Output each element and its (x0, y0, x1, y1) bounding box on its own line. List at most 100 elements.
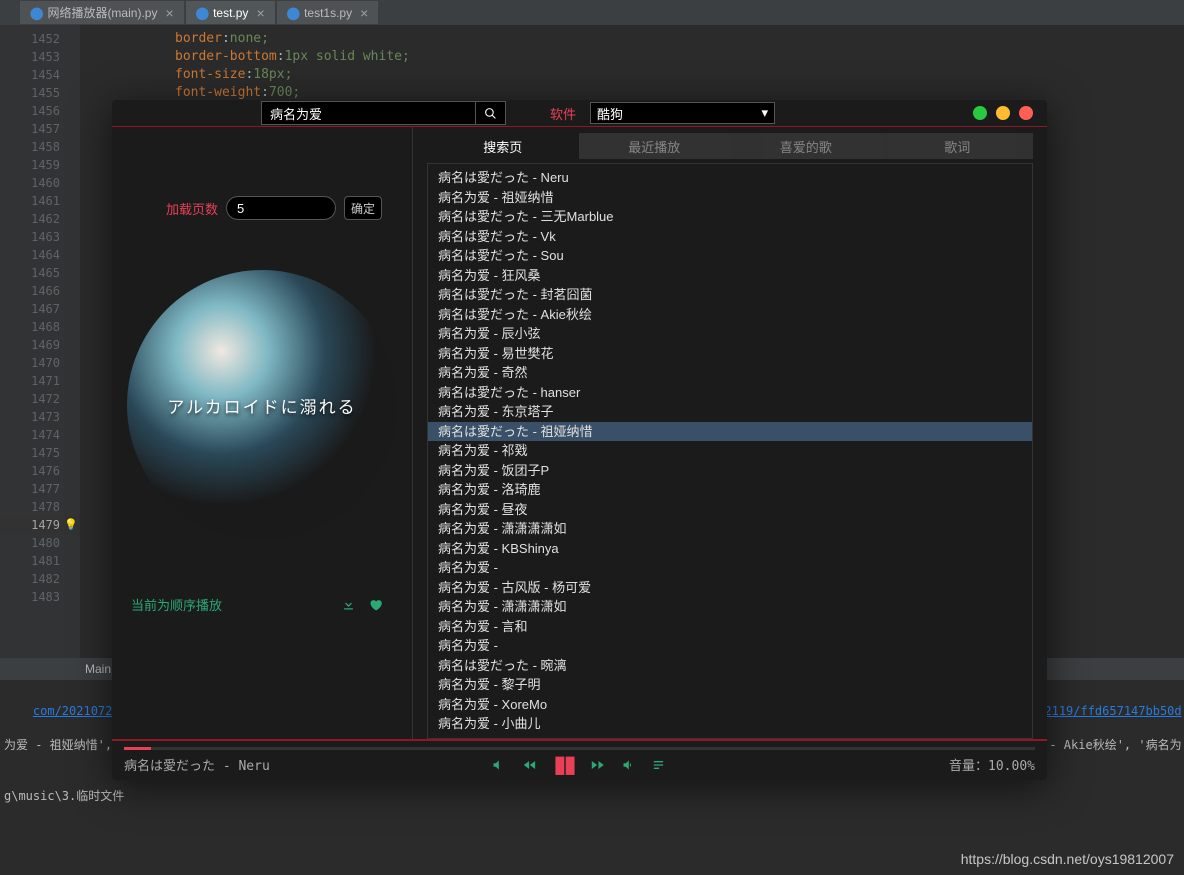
line-number[interactable]: 1464 (0, 246, 80, 264)
result-item[interactable]: 病名为爱 - XoreMo (428, 695, 1032, 715)
result-item[interactable]: 病名为爱 - 祁戣 (428, 441, 1032, 461)
result-item[interactable]: 病名为爱 - 言和 (428, 617, 1032, 637)
line-number[interactable]: 1479 (0, 516, 80, 534)
player-titlebar: 软件 酷狗 ▾ (112, 100, 1047, 127)
line-number[interactable]: 1459 (0, 156, 80, 174)
result-item[interactable]: 病名は愛だった - 祖娅纳惜 (428, 422, 1032, 442)
result-item[interactable]: 病名为爱 - 东京塔子 (428, 402, 1032, 422)
player-bottombar: 病名は愛だった - Neru ▮▮ 音量：10.00% (112, 739, 1047, 780)
line-number[interactable]: 1467 (0, 300, 80, 318)
result-item[interactable]: 病名は愛だった - Vk (428, 227, 1032, 247)
line-number[interactable]: 1474 (0, 426, 80, 444)
volume-down-icon[interactable] (491, 758, 505, 772)
result-item[interactable]: 病名为爱 - 奇然 (428, 363, 1032, 383)
play-mode-label[interactable]: 当前为顺序播放 (131, 595, 222, 614)
line-number[interactable]: 1475 (0, 444, 80, 462)
result-item[interactable]: 病名は愛だった - Sou (428, 246, 1032, 266)
result-item[interactable]: 病名为爱 - 辰小弦 (428, 324, 1032, 344)
result-item[interactable]: 病名为爱 - 潇潇潇潇如 (428, 597, 1032, 617)
search-results[interactable]: 病名は愛だった - Neru病名为爱 - 祖娅纳惜病名は愛だった - 三无Mar… (427, 163, 1033, 739)
line-number[interactable]: 1454 (0, 66, 80, 84)
window-maximize[interactable] (996, 106, 1010, 120)
result-item[interactable]: 病名为爱 - 饭团子P (428, 461, 1032, 481)
line-number[interactable]: 1480 (0, 534, 80, 552)
result-item[interactable]: 病名は愛だった - Akie秋绘 (428, 305, 1032, 325)
line-number[interactable]: 1466 (0, 282, 80, 300)
result-item[interactable]: 病名为爱 - 小曲儿 (428, 714, 1032, 734)
pause-button[interactable]: ▮▮ (553, 750, 573, 779)
python-icon: ⬤ (196, 6, 209, 20)
line-number[interactable]: 1462 (0, 210, 80, 228)
chevron-down-icon: ▾ (761, 105, 768, 121)
close-icon[interactable]: × (360, 5, 368, 21)
result-tab[interactable]: 最近播放 (579, 133, 731, 159)
result-tab[interactable]: 喜爱的歌 (730, 133, 882, 159)
editor-tab[interactable]: ⬤test1s.py× (277, 1, 379, 24)
download-icon[interactable] (341, 597, 356, 612)
result-item[interactable]: 病名は愛だった - Neru (428, 168, 1032, 188)
result-item[interactable]: 病名为爱 - 祖娅纳惜 (428, 188, 1032, 208)
result-item[interactable]: 病名为爱 - 洛琦鹿 (428, 480, 1032, 500)
line-number[interactable]: 1452 (0, 30, 80, 48)
line-number[interactable]: 1469 (0, 336, 80, 354)
line-number[interactable]: 1465 (0, 264, 80, 282)
line-gutter: 1452145314541455145614571458145914601461… (0, 25, 80, 675)
line-number[interactable]: 1457 (0, 120, 80, 138)
search-input[interactable] (261, 101, 476, 125)
result-tabs: 搜索页最近播放喜爱的歌歌词 (427, 133, 1033, 159)
watermark: https://blog.csdn.net/oys19812007 (961, 851, 1174, 867)
line-number[interactable]: 1472 (0, 390, 80, 408)
heart-icon[interactable] (368, 597, 383, 612)
line-number[interactable]: 1477 (0, 480, 80, 498)
line-number[interactable]: 1468 (0, 318, 80, 336)
load-pages-input[interactable] (226, 196, 336, 220)
result-item[interactable]: 病名は愛だった - 晼漓 (428, 656, 1032, 676)
line-number[interactable]: 1470 (0, 354, 80, 372)
window-close[interactable] (1019, 106, 1033, 120)
line-number[interactable]: 1481 (0, 552, 80, 570)
editor-tab[interactable]: ⬤网络播放器(main).py× (20, 1, 184, 24)
line-number[interactable]: 1461 (0, 192, 80, 210)
line-number[interactable]: 1456 (0, 102, 80, 120)
line-number[interactable]: 1471 (0, 372, 80, 390)
player-window: 软件 酷狗 ▾ 加载页数 确定 アルカロイドに溺れる 当前为顺序播放 (112, 100, 1047, 780)
line-number[interactable]: 1476 (0, 462, 80, 480)
line-number[interactable]: 1455 (0, 84, 80, 102)
result-item[interactable]: 病名为爱 - (428, 636, 1032, 656)
result-item[interactable]: 病名は愛だった - hanser (428, 383, 1032, 403)
window-minimize[interactable] (973, 106, 987, 120)
result-item[interactable]: 病名は愛だった - 封茗囧菌 (428, 285, 1032, 305)
close-icon[interactable]: × (165, 5, 173, 21)
result-tab[interactable]: 搜索页 (427, 133, 579, 159)
album-art: アルカロイドに溺れる (127, 270, 397, 540)
result-tab[interactable]: 歌词 (882, 133, 1034, 159)
search-button[interactable] (476, 101, 506, 125)
status-text: Main (85, 662, 111, 676)
line-number[interactable]: 1482 (0, 570, 80, 588)
close-icon[interactable]: × (256, 5, 264, 21)
editor-tab[interactable]: ⬤test.py× (186, 1, 275, 24)
result-item[interactable]: 病名为爱 - 黎子明 (428, 675, 1032, 695)
result-item[interactable]: 病名为爱 - 昼夜 (428, 500, 1032, 520)
playlist-icon[interactable] (652, 757, 668, 773)
software-select[interactable]: 酷狗 ▾ (590, 102, 775, 124)
load-confirm-button[interactable]: 确定 (344, 196, 382, 220)
result-item[interactable]: 病名为爱 - 狂风桑 (428, 266, 1032, 286)
line-number[interactable]: 1473 (0, 408, 80, 426)
player-right-pane: 搜索页最近播放喜爱的歌歌词 病名は愛だった - Neru病名为爱 - 祖娅纳惜病… (412, 127, 1047, 739)
line-number[interactable]: 1483 (0, 588, 80, 606)
result-item[interactable]: 病名为爱 - 潇潇潇潇如 (428, 519, 1032, 539)
line-number[interactable]: 1463 (0, 228, 80, 246)
result-item[interactable]: 病名为爱 - KBShinya (428, 539, 1032, 559)
line-number[interactable]: 1478 (0, 498, 80, 516)
result-item[interactable]: 病名为爱 - (428, 558, 1032, 578)
line-number[interactable]: 1460 (0, 174, 80, 192)
volume-up-icon[interactable] (622, 758, 636, 772)
line-number[interactable]: 1458 (0, 138, 80, 156)
result-item[interactable]: 病名は愛だった - 三无Marblue (428, 207, 1032, 227)
result-item[interactable]: 病名为爱 - 古风版 - 杨可爱 (428, 578, 1032, 598)
next-button[interactable] (590, 757, 606, 773)
line-number[interactable]: 1453 (0, 48, 80, 66)
prev-button[interactable] (521, 757, 537, 773)
result-item[interactable]: 病名为爱 - 易世樊花 (428, 344, 1032, 364)
